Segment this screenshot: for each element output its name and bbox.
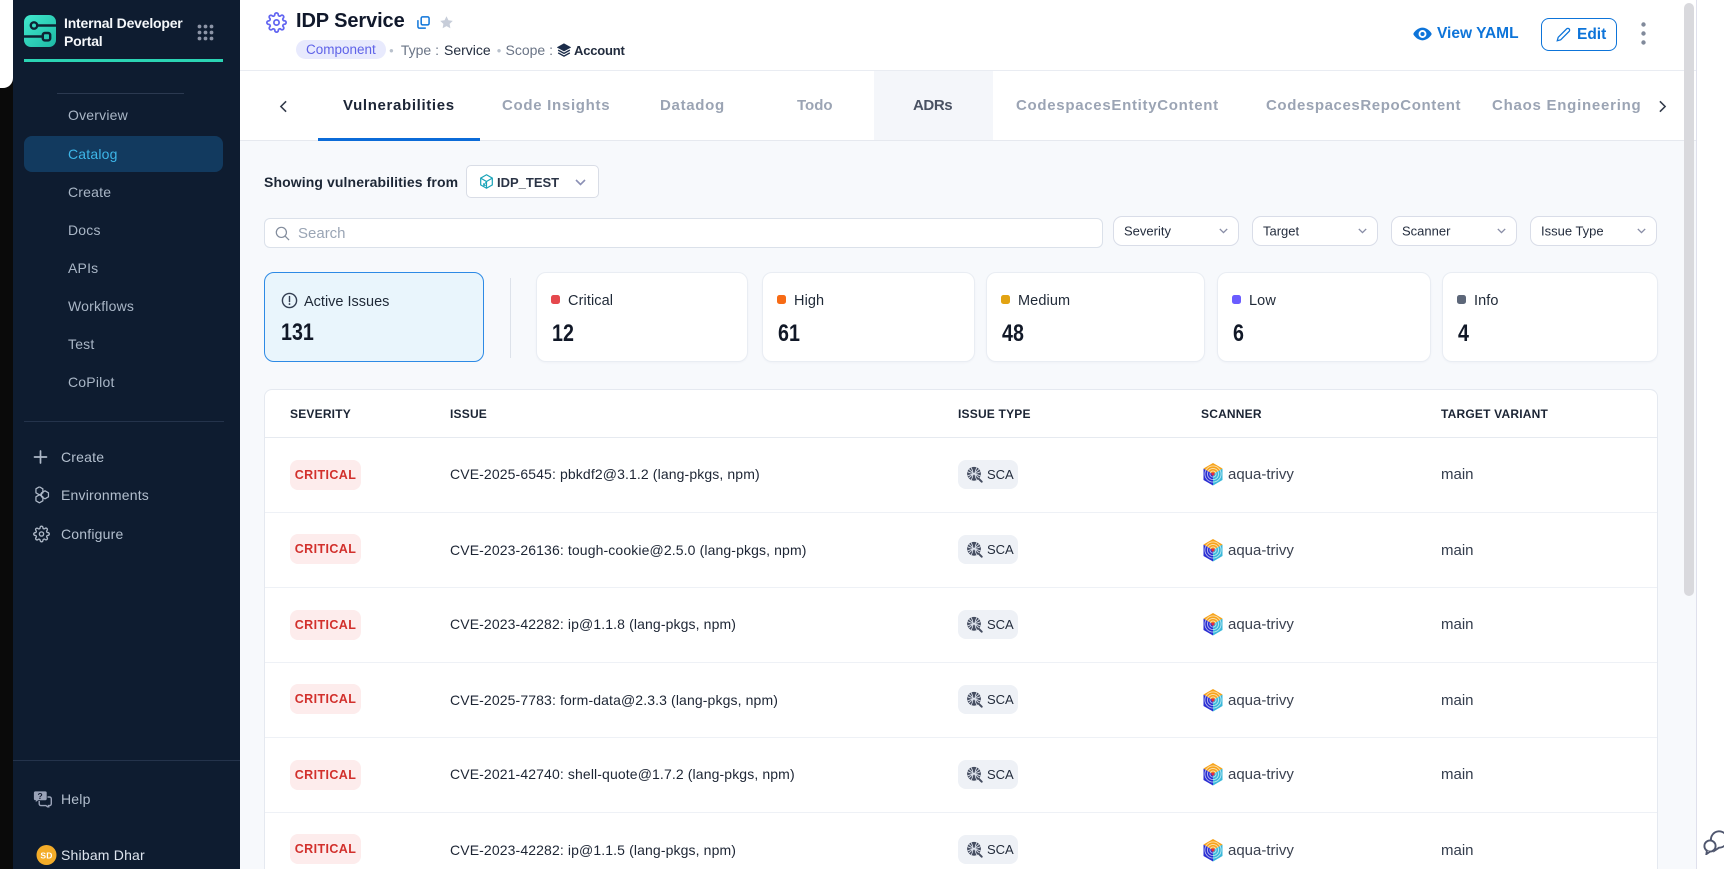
svg-text:?: ? [37, 791, 42, 801]
svg-text:SD: SD [40, 850, 52, 860]
